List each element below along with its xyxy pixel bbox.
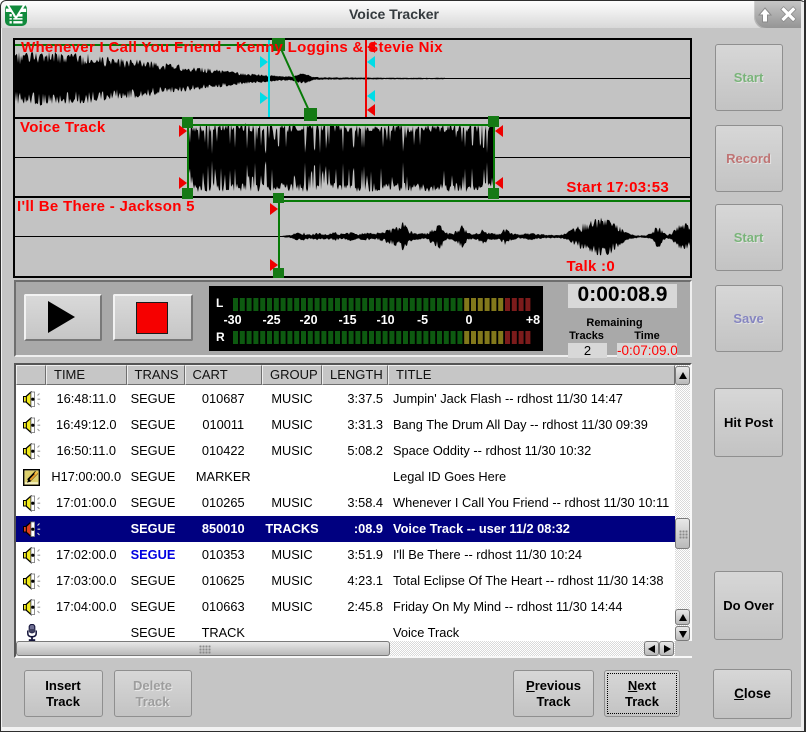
svg-text:L: L xyxy=(216,296,223,310)
svg-text:-5: -5 xyxy=(417,313,428,327)
svg-text:0: 0 xyxy=(466,313,473,327)
svg-text:R: R xyxy=(216,330,225,344)
svg-text:-15: -15 xyxy=(339,313,357,327)
svg-text:-20: -20 xyxy=(299,313,317,327)
svg-text:-25: -25 xyxy=(263,313,281,327)
svg-text:-30: -30 xyxy=(223,313,241,327)
svg-text:+8: +8 xyxy=(526,313,540,327)
svg-text:-10: -10 xyxy=(377,313,395,327)
